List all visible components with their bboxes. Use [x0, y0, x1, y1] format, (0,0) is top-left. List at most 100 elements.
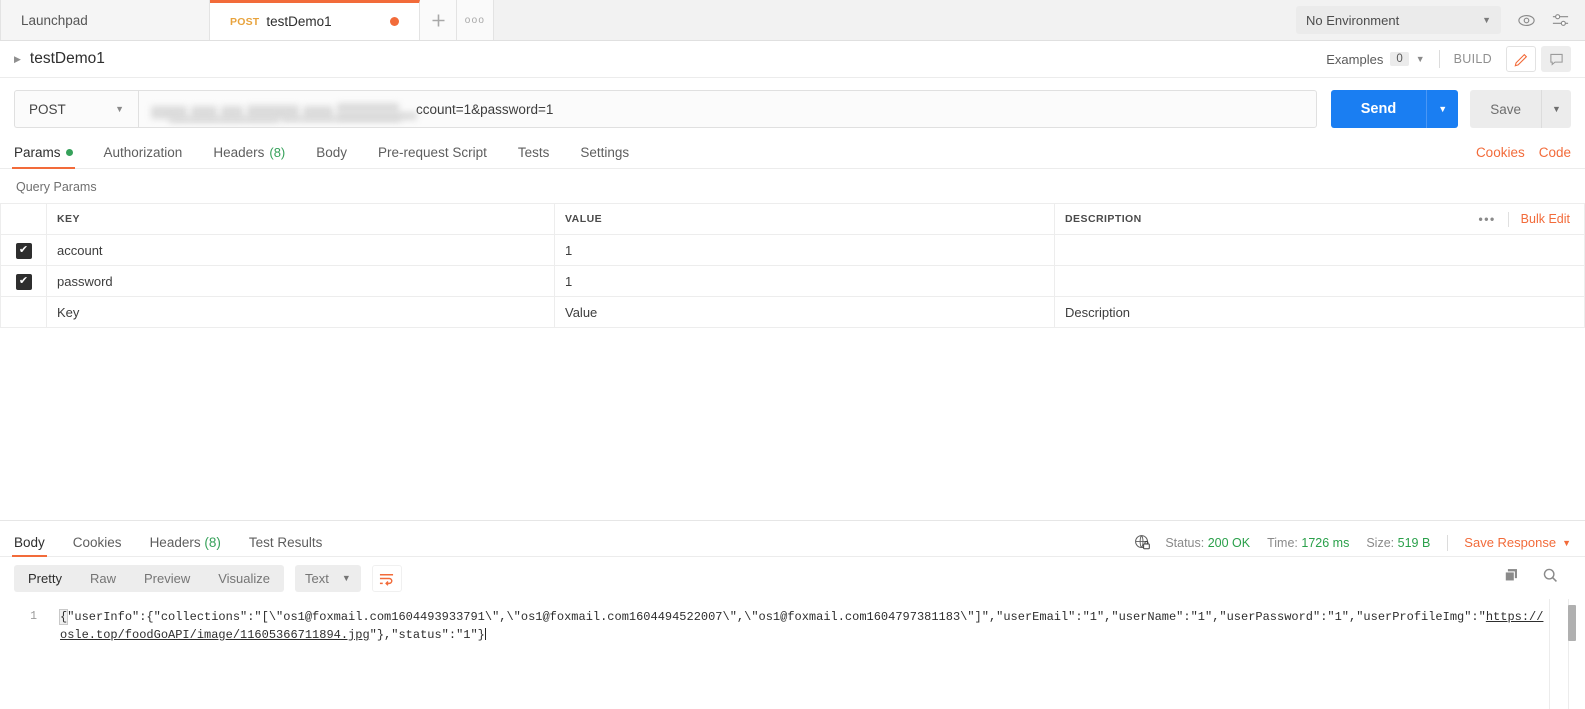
param-key-cell[interactable]: password [46, 265, 555, 297]
tab-launchpad[interactable]: Launchpad [0, 0, 210, 40]
response-tab-headers[interactable]: Headers (8) [150, 535, 221, 557]
format-preview-button[interactable]: Preview [130, 565, 204, 592]
param-description-cell[interactable] [1054, 234, 1585, 266]
redacted-url-region [151, 102, 417, 123]
send-group: Send ▼ [1330, 90, 1459, 128]
select-all-cell [0, 203, 47, 235]
params-more-options-icon[interactable]: ••• [1467, 212, 1508, 226]
param-description-cell[interactable] [1054, 265, 1585, 297]
modified-dot-icon [65, 149, 73, 156]
http-method-selector[interactable]: POST ▼ [14, 90, 138, 128]
copy-icon [1504, 569, 1517, 582]
row-checkbox-cell[interactable]: ✔ [0, 265, 47, 297]
response-tab-cookies[interactable]: Cookies [73, 535, 122, 557]
code-link[interactable]: Code [1539, 145, 1571, 160]
sliders-icon [1552, 13, 1568, 26]
tab-params[interactable]: Params [12, 145, 75, 169]
tab-authorization[interactable]: Authorization [104, 145, 183, 168]
row-checkbox-cell[interactable]: ✔ [0, 234, 47, 266]
response-body-editor[interactable]: 1 {"userInfo":{"collections":"[\"os1@fox… [0, 599, 1585, 709]
column-header-description-label: DESCRIPTION [1065, 213, 1142, 225]
wrap-lines-button[interactable] [371, 564, 402, 592]
tab-label: Body [14, 535, 45, 550]
search-icon [1543, 568, 1557, 582]
tab-pre-request-script[interactable]: Pre-request Script [378, 145, 487, 168]
new-param-value-input[interactable]: Value [554, 296, 1055, 328]
tab-label: Tests [517, 145, 550, 160]
response-type-selector[interactable]: Text ▼ [295, 564, 361, 592]
response-body-text[interactable]: {"userInfo":{"collections":"[\"os1@foxma… [58, 608, 1550, 644]
status-value: 200 OK [1207, 535, 1251, 550]
environment-selector[interactable]: No Environment ▼ [1296, 6, 1501, 34]
save-options-button[interactable]: ▼ [1541, 90, 1571, 128]
save-button[interactable]: Save [1470, 90, 1541, 128]
send-options-button[interactable]: ▼ [1426, 90, 1459, 128]
checkbox-checked-icon[interactable]: ✔ [15, 242, 32, 259]
row-checkbox-cell [0, 296, 47, 328]
line-number: 1 [30, 610, 37, 623]
tab-label: Cookies [72, 535, 122, 550]
more-dots-icon: ooo [464, 14, 486, 26]
table-row-empty: Key Value Description [0, 296, 1585, 328]
tab-body[interactable]: Body [316, 145, 347, 168]
chevron-down-icon: ▼ [1562, 537, 1571, 548]
tab-testdemo1[interactable]: POST testDemo1 [210, 0, 420, 40]
chevron-down-icon: ▼ [1482, 15, 1491, 25]
comments-button[interactable] [1541, 46, 1571, 72]
scrollbar-thumb[interactable] [1568, 605, 1576, 641]
query-params-table: KEY VALUE DESCRIPTION ••• Bulk Edit ✔ ac… [0, 203, 1585, 328]
new-param-key-input[interactable]: Key [46, 296, 555, 328]
size-indicator: Size: 519 B [1366, 536, 1430, 550]
response-tab-body[interactable]: Body [12, 535, 47, 557]
request-tabs-links: Cookies Code [1476, 145, 1571, 168]
tab-headers[interactable]: Headers (8) [213, 145, 285, 168]
examples-count-badge: 0 [1390, 52, 1409, 66]
edit-mode-button[interactable] [1506, 46, 1536, 72]
new-tab-button[interactable] [420, 0, 457, 40]
response-format-tabs: Pretty Raw Preview Visualize [14, 564, 285, 592]
tab-options-button[interactable]: ooo [457, 0, 494, 40]
params-empty-space [0, 328, 1585, 520]
status-label: Status: [1165, 535, 1205, 550]
format-pretty-button[interactable]: Pretty [14, 565, 76, 592]
send-button[interactable]: Send [1330, 90, 1427, 128]
tab-tests[interactable]: Tests [518, 145, 550, 168]
save-response-button[interactable]: Save Response ▼ [1464, 535, 1571, 550]
checkbox-checked-icon[interactable]: ✔ [15, 273, 32, 290]
param-value-cell[interactable]: 1 [554, 234, 1055, 266]
column-header-description: DESCRIPTION ••• Bulk Edit [1054, 203, 1585, 235]
response-scrollbar[interactable] [1568, 599, 1577, 709]
size-value: 519 B [1397, 535, 1431, 550]
tab-bar: Launchpad POST testDemo1 ooo No Environm… [0, 0, 1585, 41]
environment-settings-button[interactable] [1543, 5, 1577, 35]
format-visualize-button[interactable]: Visualize [204, 565, 284, 592]
new-param-description-input[interactable]: Description [1054, 296, 1585, 328]
tab-label: Launchpad [21, 12, 88, 28]
build-button[interactable]: BUILD [1454, 52, 1492, 66]
copy-button[interactable] [1503, 567, 1520, 589]
save-group: Save ▼ [1470, 90, 1571, 128]
column-header-key: KEY [46, 203, 555, 235]
table-header-row: KEY VALUE DESCRIPTION ••• Bulk Edit [0, 203, 1585, 235]
tab-label: Headers [213, 145, 265, 160]
format-raw-button[interactable]: Raw [76, 565, 130, 592]
chevron-right-icon[interactable]: ▶ [14, 54, 21, 65]
search-button[interactable] [1542, 567, 1559, 589]
examples-dropdown[interactable]: Examples 0 ▼ [1326, 52, 1424, 67]
table-row: ✔ password 1 [0, 265, 1585, 297]
param-value-cell[interactable]: 1 [554, 265, 1055, 297]
response-tab-test-results[interactable]: Test Results [249, 535, 323, 557]
bulk-edit-link[interactable]: Bulk Edit [1509, 212, 1584, 226]
breadcrumb-bar: ▶ testDemo1 Examples 0 ▼ BUILD [0, 41, 1585, 78]
globe-lock-icon [1135, 535, 1151, 550]
url-input[interactable]: ccount=1&password=1 [138, 90, 1317, 128]
http-method-label: POST [29, 101, 66, 117]
response-headers-count-badge: (8) [204, 535, 221, 550]
environment-quick-look-button[interactable] [1509, 5, 1543, 35]
response-security-indicator[interactable] [1134, 534, 1151, 551]
divider [1438, 50, 1440, 68]
tab-settings[interactable]: Settings [580, 145, 629, 168]
param-key-cell[interactable]: account [46, 234, 555, 266]
save-response-label: Save Response [1464, 535, 1557, 550]
cookies-link[interactable]: Cookies [1476, 145, 1525, 160]
